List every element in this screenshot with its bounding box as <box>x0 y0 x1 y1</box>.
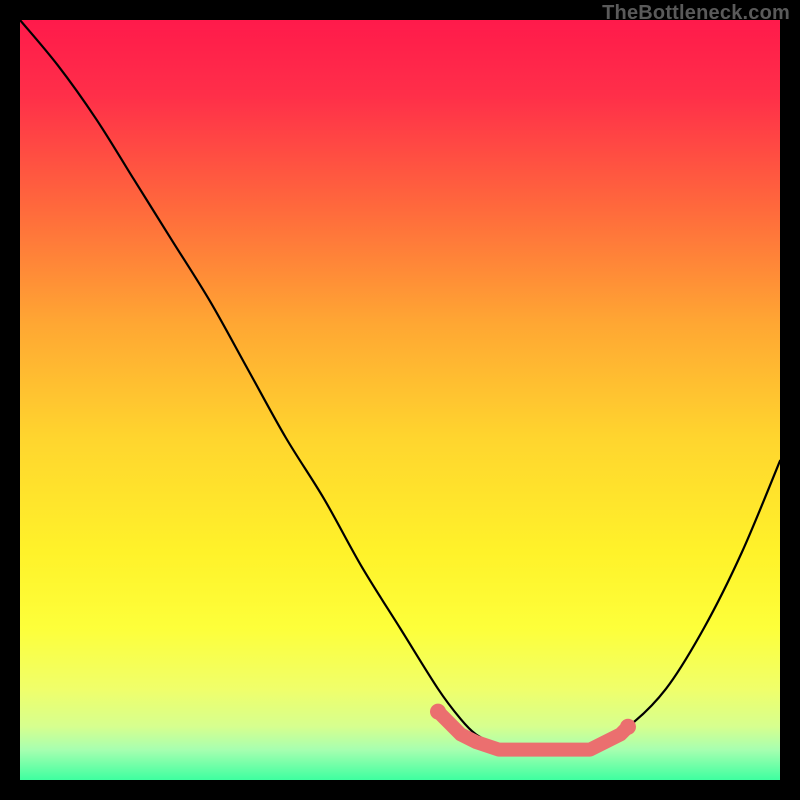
optimal-range-line <box>438 712 628 750</box>
optimal-range-endpoint <box>620 719 636 735</box>
curve-layer <box>20 20 780 780</box>
optimal-range-markers <box>430 704 636 750</box>
plot-frame <box>20 20 780 780</box>
chart-stage: TheBottleneck.com <box>0 0 800 800</box>
bottleneck-curve <box>20 20 780 750</box>
optimal-range-endpoint <box>430 704 446 720</box>
